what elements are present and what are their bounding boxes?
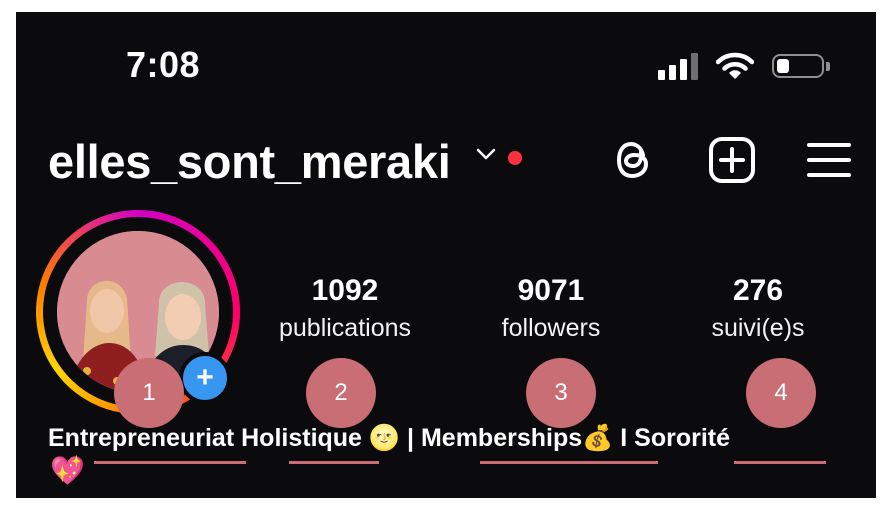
battery-icon — [772, 54, 830, 78]
bio-word-entrepreneuriat: Entrepreneuriat — [48, 424, 235, 452]
annotation-marker-3: 3 — [526, 358, 596, 428]
money-bag-emoji: 💰 — [582, 424, 614, 452]
bio-word-memberships: Memberships — [420, 424, 583, 452]
sparkling-heart-emoji: 💖 — [50, 455, 85, 486]
bio-separator: I — [620, 424, 628, 452]
annotation-underline-3 — [480, 461, 658, 464]
bio-word-holistique: Holistique — [241, 424, 362, 452]
bio-word-sororite: Sororité — [634, 424, 730, 452]
stat-label: suivi(e)s — [711, 314, 805, 342]
annotation-marker-1: 1 — [114, 358, 184, 428]
instagram-profile-screen: 7:08 elles_sont_meraki + 1092 publicatio… — [16, 12, 876, 498]
stat-following[interactable]: 276 suivi(e)s — [658, 274, 858, 343]
plus-square-icon[interactable] — [708, 136, 756, 184]
annotation-underline-4 — [734, 461, 826, 464]
full-moon-face-emoji: 🌝 — [368, 424, 401, 452]
status-time: 7:08 — [126, 44, 201, 85]
stat-value: 9071 — [517, 274, 585, 307]
threads-icon[interactable] — [612, 136, 656, 184]
stat-label: publications — [278, 314, 412, 342]
stat-value: 276 — [732, 274, 784, 307]
add-story-button[interactable]: + — [179, 352, 231, 404]
annotation-marker-4: 4 — [746, 358, 816, 428]
annotation-underline-2 — [289, 461, 379, 464]
stat-publications[interactable]: 1092 publications — [245, 274, 445, 343]
stat-label: followers — [501, 314, 601, 342]
chevron-down-icon[interactable] — [475, 146, 497, 162]
notification-dot — [508, 151, 522, 165]
wifi-icon — [716, 52, 754, 79]
profile-username[interactable]: elles_sont_meraki — [48, 134, 451, 189]
profile-bio: Entrepreneuriat Holistique 🌝 | Membershi… — [48, 424, 730, 453]
stat-followers[interactable]: 9071 followers — [451, 274, 651, 343]
hamburger-menu-icon[interactable] — [806, 136, 852, 184]
annotation-marker-2: 2 — [306, 358, 376, 428]
status-icons — [658, 52, 830, 80]
stat-value: 1092 — [311, 274, 379, 307]
bio-separator: | — [407, 424, 415, 452]
annotation-underline-1 — [94, 461, 246, 464]
cellular-signal-icon — [658, 52, 698, 80]
